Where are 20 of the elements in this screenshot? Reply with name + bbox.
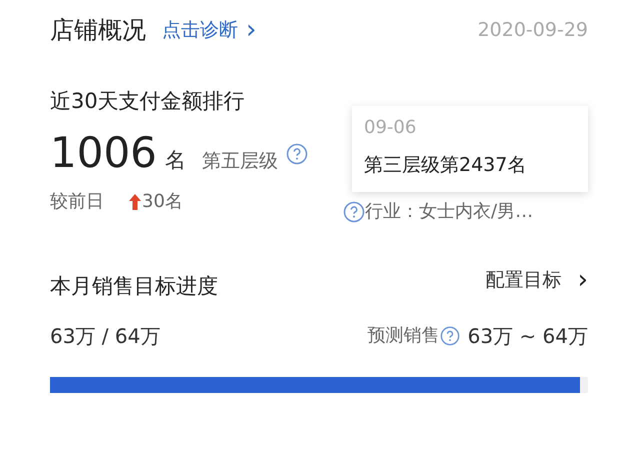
help-icon[interactable]	[286, 142, 308, 165]
compare-label: 较前日	[50, 190, 104, 214]
date-label: 2020-09-29	[478, 18, 588, 43]
tooltip-date: 09-06	[364, 116, 418, 140]
config-target-link[interactable]: 配置目标 ›	[486, 266, 588, 294]
rank-unit: 名	[164, 146, 186, 174]
forecast-value: 63万 ~ 64万	[468, 322, 588, 350]
tooltip-text: 第三层级第2437名	[364, 153, 528, 178]
section-title: 店铺概况	[50, 15, 146, 46]
progress-text: 63万 / 64万	[50, 322, 160, 350]
help-icon[interactable]	[343, 200, 365, 222]
rank-number: 1006	[50, 132, 157, 174]
section-title: 近30天支付金额排行	[50, 88, 246, 115]
diagnose-link[interactable]: 点击诊断 ›	[162, 16, 256, 44]
change-value: 30名	[142, 190, 183, 214]
section-title: 本月销售目标进度	[50, 273, 218, 300]
help-icon[interactable]	[440, 326, 460, 346]
industry-label: 行业：女士内衣/男…	[365, 200, 534, 224]
tier-label: 第五层级	[202, 148, 278, 174]
forecast-label: 预测销售	[368, 324, 440, 348]
